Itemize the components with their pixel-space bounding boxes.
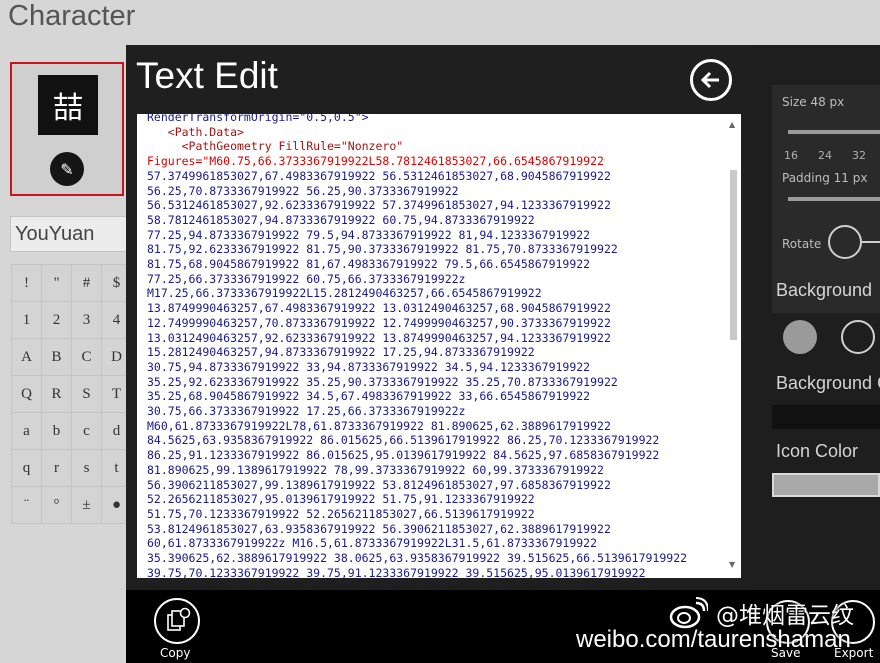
xaml-line: 77.25,94.8733367919922 79.5,94.873336791… — [147, 227, 591, 242]
xaml-line: Figures="M60.75,66.3733367919922L58.7812… — [147, 154, 604, 169]
background-gray-option[interactable] — [783, 320, 817, 354]
xaml-line: 86.25,91.1233367919922 86.015625,95.0139… — [147, 448, 660, 463]
glyph-cell[interactable]: c — [71, 412, 102, 450]
editor-scrollbar[interactable]: ▲ ▼ — [725, 114, 741, 578]
character-tile[interactable]: 喆 ✎ — [10, 62, 124, 196]
rotate-label: Rotate — [782, 237, 822, 251]
xaml-line: 81.75,68.9045867919922 81,67.49833679199… — [147, 257, 591, 272]
xaml-line: 77.25,66.3733367919922 60.75,66.37333679… — [147, 271, 466, 286]
glyph-cell[interactable]: # — [71, 264, 102, 302]
watermark-handle-text: @堆烟雷云纹 — [716, 603, 854, 629]
size-tick: 24 — [818, 149, 832, 162]
edit-pencil-icon[interactable]: ✎ — [50, 152, 84, 186]
xaml-line: 51.75,70.1233367919922 52.2656211853027,… — [147, 506, 535, 521]
xaml-line: M60,61.8733367919922L78,61.8733367919922… — [147, 418, 611, 433]
glyph-cell[interactable]: B — [41, 338, 72, 376]
glyph-cell[interactable]: r — [41, 449, 72, 487]
scroll-down-icon[interactable]: ▼ — [729, 560, 735, 569]
xaml-line: <Path.Data> — [147, 124, 244, 139]
xaml-line: 15.2812490463257,94.8733367919922 17.25,… — [147, 345, 535, 360]
glyph-cell[interactable]: A — [11, 338, 42, 376]
glyph-cell[interactable]: s — [71, 449, 102, 487]
copy-label: Copy — [160, 646, 191, 660]
padding-label: Padding 11 px — [782, 171, 868, 185]
xaml-line: 81.890625,99.1389617919922 78,99.3733367… — [147, 462, 604, 477]
character-glyph: 喆 — [38, 75, 98, 135]
glyph-cell[interactable]: q — [11, 449, 42, 487]
glyph-cell[interactable]: ! — [11, 264, 42, 302]
xaml-line: 13.8749990463257,67.4983367919922 13.031… — [147, 301, 611, 316]
glyph-cell[interactable]: " — [41, 264, 72, 302]
weibo-logo-icon — [669, 597, 708, 629]
glyph-cell[interactable]: 3 — [71, 301, 102, 339]
xaml-line: 39.75,70.1233367919922 39.75,91.12333679… — [147, 565, 646, 578]
glyph-grid: ! " # $1 2 3 4 A B C D Q R S Ta b c d q r s t ¨ ° ± ● — [11, 264, 132, 524]
copy-button[interactable] — [154, 598, 200, 644]
icon-color-swatch[interactable] — [772, 473, 880, 497]
xaml-line: 35.390625,62.3889617919922 38.0625,63.93… — [147, 551, 688, 566]
xaml-line: 35.25,92.6233367919922 35.25,90.37333679… — [147, 374, 618, 389]
xaml-line: 57.3749961853027,67.4983367919922 56.531… — [147, 168, 611, 183]
xaml-line: 56.5312461853027,92.6233367919922 57.374… — [147, 198, 611, 213]
scroll-up-icon[interactable]: ▲ — [729, 120, 735, 129]
watermark-url: weibo.com/taurenshaman — [576, 626, 851, 653]
xaml-editor[interactable]: RenderTransformOrigin="0.5,0.5"> <Path.D… — [137, 114, 741, 578]
xaml-line: 84.5625,63.9358367919922 86.015625,66.51… — [147, 433, 660, 448]
settings-panel: Size 48 px 16 24 32 Padding 11 px Rotate… — [752, 45, 880, 590]
padding-slider[interactable] — [788, 197, 880, 201]
glyph-cell[interactable]: ° — [41, 486, 72, 524]
icon-color-label: Icon Color — [776, 441, 859, 461]
xaml-line: 53.8124961853027,63.9358367919922 56.390… — [147, 521, 611, 536]
size-slider[interactable] — [788, 130, 880, 134]
xaml-line: 81.75,92.6233367919922 81.75,90.37333679… — [147, 242, 618, 257]
back-arrow-icon — [700, 71, 719, 89]
glyph-cell[interactable]: R — [41, 375, 72, 413]
glyph-cell[interactable]: b — [41, 412, 72, 450]
glyph-cell[interactable]: ¨ — [11, 486, 42, 524]
xaml-line: 60,61.8733367919922z M16.5,61.8733367919… — [147, 536, 598, 551]
text-edit-dialog: Text Edit RenderTransformOrigin="0.5,0.5… — [126, 45, 752, 590]
xaml-line: M17.25,66.3733367919922L15.2812490463257… — [147, 286, 542, 301]
xaml-line: 35.25,68.9045867919922 34.5,67.498336791… — [147, 389, 591, 404]
background-color-swatch[interactable] — [772, 405, 880, 429]
glyph-cell[interactable]: ± — [71, 486, 102, 524]
glyph-cell[interactable]: 2 — [41, 301, 72, 339]
back-button[interactable] — [690, 59, 732, 101]
background-none-option[interactable] — [841, 320, 875, 354]
xaml-line: 58.7812461853027,94.8733367919922 60.75,… — [147, 212, 535, 227]
size-label: Size 48 px — [782, 95, 845, 109]
xaml-line: 30.75,66.3733367919922 17.25,66.37333679… — [147, 404, 466, 419]
xaml-line: 56.25,70.8733367919922 56.25,90.37333679… — [147, 183, 459, 198]
xaml-line: <PathGeometry FillRule="Nonzero" — [147, 139, 404, 154]
xaml-line: 13.0312490463257,92.6233367919922 13.874… — [147, 330, 611, 345]
app-title: Character — [8, 0, 136, 32]
dialog-title: Text Edit — [136, 55, 278, 96]
glyph-cell[interactable]: 1 — [11, 301, 42, 339]
size-card: Size 48 px 16 24 32 Padding 11 px Rotate — [772, 85, 880, 313]
scroll-thumb[interactable] — [730, 170, 737, 340]
glyph-cell[interactable]: S — [71, 375, 102, 413]
xaml-line: 52.2656211853027,95.0139617919922 51.75,… — [147, 492, 535, 507]
xaml-line: 56.3906211853027,99.1389617919922 53.812… — [147, 477, 611, 492]
background-label: Background — [776, 280, 873, 300]
xaml-line: 30.75,94.8733367919922 33,94.87333679199… — [147, 359, 591, 374]
background-color-label: Background C — [776, 373, 880, 393]
xaml-line: 12.7499990463257,70.8733367919922 12.749… — [147, 315, 611, 330]
copy-icon — [167, 607, 191, 631]
size-tick: 16 — [784, 149, 798, 162]
rotate-toggle[interactable] — [828, 225, 862, 259]
glyph-cell[interactable]: Q — [11, 375, 42, 413]
glyph-cell[interactable]: a — [11, 412, 42, 450]
glyph-cell[interactable]: C — [71, 338, 102, 376]
rotate-track — [862, 241, 880, 243]
watermark-handle: @堆烟雷云纹 — [668, 596, 854, 630]
size-tick: 32 — [852, 149, 866, 162]
xaml-text[interactable]: RenderTransformOrigin="0.5,0.5"> <Path.D… — [147, 114, 725, 578]
font-selector[interactable]: YouYuan — [10, 216, 128, 252]
xaml-line: RenderTransformOrigin="0.5,0.5"> — [147, 114, 369, 124]
